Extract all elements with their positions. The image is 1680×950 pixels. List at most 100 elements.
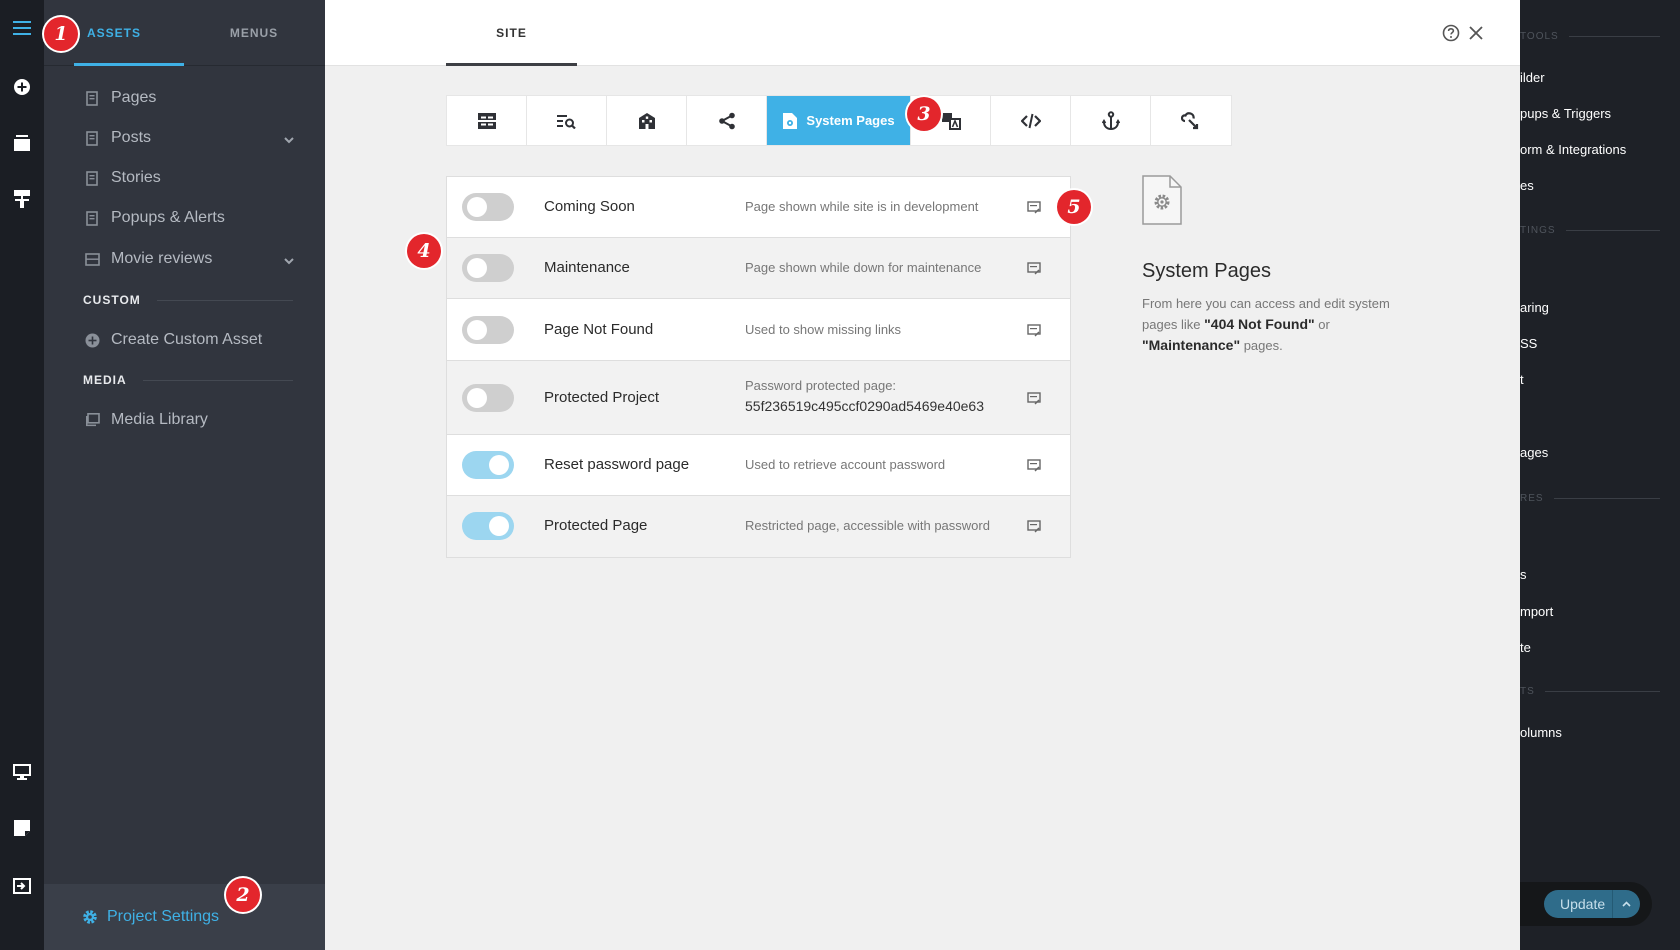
chevron-up-icon[interactable] bbox=[1612, 890, 1640, 918]
sidebar-link[interactable]: pups & Triggers bbox=[1520, 106, 1611, 121]
sidebar-item-media-library[interactable]: Media Library bbox=[84, 405, 294, 435]
divider bbox=[1544, 691, 1660, 692]
row-description-text: Password protected page: bbox=[745, 378, 897, 393]
close-icon[interactable] bbox=[1465, 22, 1487, 44]
tab-general[interactable] bbox=[447, 96, 527, 145]
toggle-switch[interactable] bbox=[462, 384, 514, 412]
row-description: Page shown while down for maintenance bbox=[745, 260, 982, 275]
system-pages-info: System Pages From here you can access an… bbox=[1142, 175, 1402, 356]
note-icon[interactable] bbox=[0, 806, 44, 850]
update-button[interactable]: Update bbox=[1544, 890, 1640, 918]
paint-roller-icon[interactable] bbox=[0, 177, 44, 221]
help-icon[interactable] bbox=[1440, 22, 1462, 44]
create-custom-asset-button[interactable]: Create Custom Asset bbox=[84, 325, 294, 355]
translate-icon bbox=[941, 112, 961, 130]
chevron-down-icon[interactable] bbox=[284, 252, 294, 270]
edit-icon[interactable] bbox=[1026, 518, 1042, 534]
toggle-switch[interactable] bbox=[462, 254, 514, 282]
sidebar-link[interactable]: mport bbox=[1520, 604, 1553, 619]
page-icon bbox=[84, 90, 100, 106]
tab-site[interactable]: SITE bbox=[446, 0, 577, 66]
row-description: Used to show missing links bbox=[745, 322, 902, 337]
edit-icon[interactable] bbox=[1026, 260, 1042, 276]
sidebar-link[interactable]: orm & Integrations bbox=[1520, 142, 1626, 157]
row-title: Maintenance bbox=[544, 259, 630, 276]
toggle-switch[interactable] bbox=[462, 193, 514, 221]
section-label-text: CUSTOM bbox=[83, 293, 141, 307]
plus-circle-icon bbox=[84, 332, 100, 348]
add-circle-icon[interactable] bbox=[0, 65, 44, 109]
tab-system-pages[interactable]: System Pages bbox=[767, 96, 911, 145]
edit-icon[interactable] bbox=[1026, 457, 1042, 473]
header-text: TS bbox=[1520, 686, 1535, 697]
sidebar-item-label: Pages bbox=[111, 89, 157, 106]
toggle-switch[interactable] bbox=[462, 316, 514, 344]
system-page-row: Coming Soon Page shown while site is in … bbox=[447, 177, 1070, 238]
toggle-switch[interactable] bbox=[462, 451, 514, 479]
toggle-knob bbox=[489, 516, 509, 536]
sidebar-link[interactable]: t bbox=[1520, 372, 1524, 387]
header-text: TINGS bbox=[1520, 225, 1556, 236]
tab-anchor[interactable] bbox=[1071, 96, 1151, 145]
tab-menus[interactable]: MENUS bbox=[184, 0, 324, 66]
search-list-icon bbox=[556, 114, 576, 129]
sidebar-link[interactable]: te bbox=[1520, 640, 1531, 655]
hamburger-menu-icon[interactable] bbox=[0, 6, 44, 50]
divider bbox=[1565, 230, 1660, 231]
tab-api[interactable] bbox=[1151, 96, 1231, 145]
page-icon bbox=[84, 210, 100, 226]
chevron-down-icon[interactable] bbox=[284, 131, 294, 149]
edit-icon[interactable] bbox=[1026, 199, 1042, 215]
divider bbox=[1553, 498, 1660, 499]
row-title: Reset password page bbox=[544, 456, 690, 473]
project-settings-label: Project Settings bbox=[107, 908, 220, 925]
settings-panel-icon bbox=[477, 112, 496, 129]
row-title: Page Not Found bbox=[544, 321, 654, 338]
assets-panel: ASSETS MENUS Pages Posts Stories Popups … bbox=[44, 0, 325, 950]
sidebar-item-stories[interactable]: Stories bbox=[84, 163, 294, 193]
tab-seo[interactable] bbox=[527, 96, 607, 145]
toggle-switch[interactable] bbox=[462, 512, 514, 540]
sidebar-section-header: TOOLS bbox=[1520, 31, 1660, 42]
info-highlight: "404 Not Found" bbox=[1204, 316, 1315, 332]
sidebar-section-header: TINGS bbox=[1520, 225, 1660, 236]
password-hash: 55f236519c495ccf0290ad5469e40e63 bbox=[745, 398, 985, 414]
project-settings-button[interactable]: Project Settings bbox=[44, 884, 325, 950]
row-description: Used to retrieve account password bbox=[745, 457, 946, 472]
sidebar-link[interactable]: aring bbox=[1520, 300, 1549, 315]
sidebar-item-popups-alerts[interactable]: Popups & Alerts bbox=[84, 203, 294, 233]
tab-business[interactable] bbox=[607, 96, 687, 145]
row-description: Password protected page: 55f236519c495cc… bbox=[745, 375, 1015, 417]
desktop-preview-icon[interactable] bbox=[0, 750, 44, 794]
edit-icon[interactable] bbox=[1026, 390, 1042, 406]
sidebar-link[interactable]: ilder bbox=[1520, 70, 1545, 85]
edit-icon[interactable] bbox=[1026, 322, 1042, 338]
sidebar-link[interactable]: es bbox=[1520, 178, 1534, 193]
divider bbox=[156, 299, 293, 301]
callout-badge-4: 4 bbox=[407, 234, 441, 268]
tab-label: System Pages bbox=[806, 113, 895, 128]
row-description: Page shown while site is in development bbox=[745, 199, 979, 214]
project-settings-modal: SITE System Pages Coming Soon Page shown… bbox=[325, 0, 1520, 950]
toggle-knob bbox=[467, 388, 487, 408]
sidebar-link[interactable]: olumns bbox=[1520, 725, 1562, 740]
sidebar-item-label: Stories bbox=[111, 169, 161, 186]
anchor-icon bbox=[1101, 110, 1120, 130]
info-description: From here you can access and edit system… bbox=[1142, 293, 1402, 356]
sidebar-item-movie-reviews[interactable]: Movie reviews bbox=[84, 244, 294, 274]
sidebar-section-header: RES bbox=[1520, 493, 1660, 504]
sidebar-link[interactable]: SS bbox=[1520, 336, 1537, 351]
sidebar-link[interactable]: ages bbox=[1520, 445, 1548, 460]
sidebar-section-header: TS bbox=[1520, 686, 1660, 697]
sidebar-link[interactable]: s bbox=[1520, 567, 1527, 582]
gear-icon bbox=[82, 909, 98, 925]
tab-code[interactable] bbox=[991, 96, 1071, 145]
layers-icon[interactable] bbox=[0, 121, 44, 165]
sidebar-item-label: Movie reviews bbox=[111, 250, 213, 267]
sidebar-item-posts[interactable]: Posts bbox=[84, 123, 294, 153]
tab-social[interactable] bbox=[687, 96, 767, 145]
exit-icon[interactable] bbox=[0, 864, 44, 908]
callout-badge-2: 2 bbox=[226, 878, 260, 912]
page-icon bbox=[84, 130, 100, 146]
sidebar-item-pages[interactable]: Pages bbox=[84, 83, 294, 113]
